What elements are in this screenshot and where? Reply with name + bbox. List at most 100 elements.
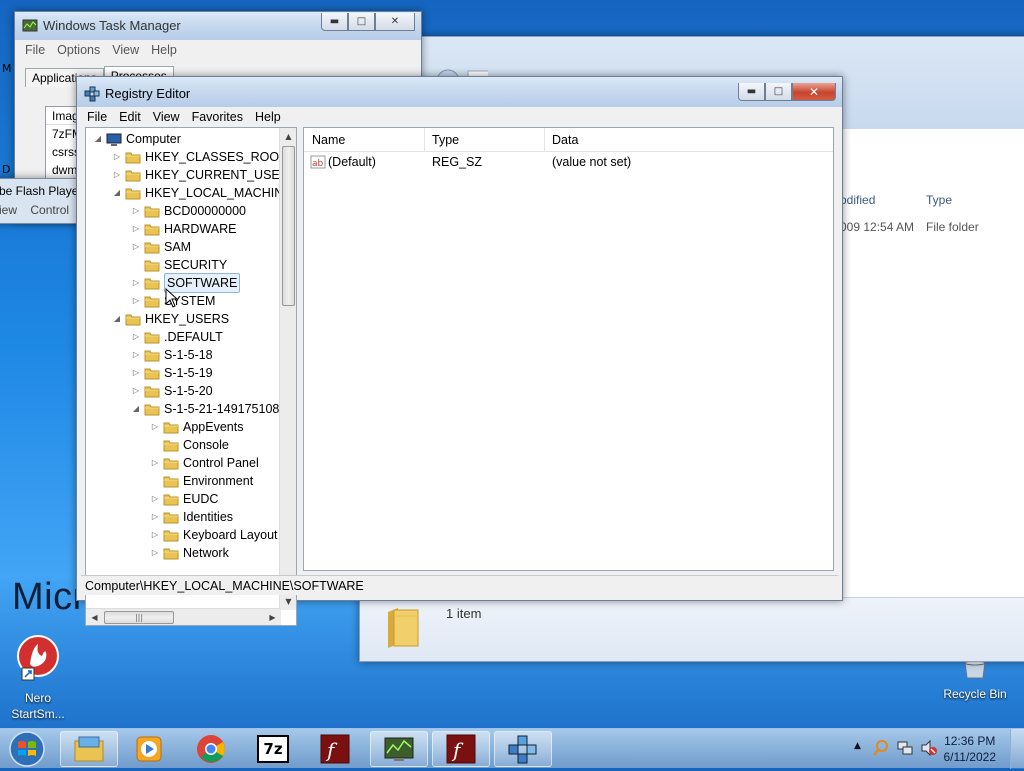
scrollbar-thumb[interactable]: ||| [104,611,174,624]
taskbar-task-manager-button[interactable] [370,731,428,767]
close-button[interactable]: ✕ [792,83,836,101]
tree-horizontal-scrollbar[interactable]: ◀ ||| ▶ [86,608,281,625]
tree-item[interactable]: ◢ S-1-5-21-1491751080- [130,400,291,418]
clock[interactable]: 12:36 PM 6/11/2022 [944,733,997,765]
tree-item-label: HKEY_LOCAL_MACHINE [145,186,292,200]
menu-help[interactable]: Help [249,110,287,124]
tree-item[interactable]: ▷ HARDWARE [130,220,237,238]
scroll-left-arrow-icon[interactable]: ◀ [86,609,103,625]
menu-edit[interactable]: Edit [113,110,147,124]
volume-muted-icon[interactable] [920,739,938,757]
expanded-arrow-icon[interactable]: ◢ [130,400,142,418]
desktop-icon-recycle-bin[interactable]: Recycle Bin [940,660,1010,702]
tree-item[interactable]: ▷ S-1-5-20 [130,382,213,400]
column-data[interactable]: Data [552,133,578,149]
tree-item[interactable]: ▷ S-1-5-19 [130,364,213,382]
tree-item[interactable]: ▷ Identities [149,508,233,526]
tree-item[interactable]: ▷ HKEY_CLASSES_ROOT [111,148,287,166]
tree-item[interactable]: Console [149,436,229,454]
minimize-button[interactable]: ▬ [321,13,348,31]
expanded-arrow-icon[interactable]: ◢ [111,310,123,328]
registry-values-pane[interactable]: Name Type Data ab (Default) REG_SZ (valu… [303,127,834,571]
tree-item[interactable]: ▷ SOFTWARE [130,273,241,293]
taskbar-7zip-button[interactable]: 7z [244,731,302,767]
tree-item[interactable]: ◢ HKEY_LOCAL_MACHINE [111,184,292,202]
search-icon[interactable] [872,739,890,757]
collapsed-arrow-icon[interactable]: ▷ [111,166,123,184]
registry-editor-window[interactable]: Registry Editor ▬ □ ✕ File Edit View Fav… [76,76,843,626]
collapsed-arrow-icon[interactable]: ▷ [149,544,161,562]
tree-item[interactable]: ▷ BCD00000000 [130,202,246,220]
scroll-up-arrow-icon[interactable]: ▲ [280,128,296,145]
taskbar-explorer-button[interactable] [60,731,118,767]
menu-view[interactable]: View [106,43,145,57]
tree-item[interactable]: ▷ EUDC [149,490,219,508]
network-icon[interactable] [896,739,914,757]
column-type[interactable]: Type [926,193,952,207]
collapsed-arrow-icon[interactable]: ▷ [130,364,142,382]
menu-help[interactable]: Help [145,43,183,57]
explorer-icon [74,736,104,762]
tree-item-label: SAM [164,240,192,254]
scroll-right-arrow-icon[interactable]: ▶ [264,609,281,625]
maximize-button[interactable]: □ [765,83,792,101]
collapsed-arrow-icon[interactable]: ▷ [130,220,142,238]
menu-file[interactable]: File [81,110,113,124]
collapsed-arrow-icon[interactable]: ▷ [130,202,142,220]
menu-view[interactable]: View [147,110,186,124]
scrollbar-thumb[interactable] [282,146,295,306]
collapsed-arrow-icon[interactable]: ▷ [149,454,161,472]
taskbar-flash-button-2[interactable]: f [432,731,490,767]
collapsed-arrow-icon[interactable]: ▷ [130,346,142,364]
collapsed-arrow-icon[interactable]: ▷ [111,148,123,166]
tree-item[interactable]: ▷ SAM [130,238,191,256]
collapsed-arrow-icon[interactable]: ▷ [130,274,142,292]
registry-tree-pane[interactable]: ◢ Computer ▷ HKEY_CLASSES_ROOT ▷ HKEY_CURRENT… [85,127,297,626]
tree-item[interactable]: ▷ S-1-5-18 [130,346,213,364]
tree-item[interactable]: ▷ Control Panel [149,454,259,472]
table-row[interactable]: ab (Default) REG_SZ (value not set) [304,154,833,172]
tree-item[interactable]: ◢ Computer [92,130,181,148]
collapsed-arrow-icon[interactable]: ▷ [130,238,142,256]
taskbar-media-player-button[interactable] [120,731,178,767]
collapsed-arrow-icon[interactable]: ▷ [149,526,161,544]
taskbar-regedit-button[interactable] [494,731,552,767]
desktop-icon-nero[interactable]: Nero StartSm... [6,634,70,722]
close-button[interactable]: ✕ [375,13,415,31]
mouse-cursor-icon [165,288,179,308]
column-modified[interactable]: odified [840,193,875,207]
menu-options[interactable]: Options [51,43,106,57]
expanded-arrow-icon[interactable]: ◢ [111,184,123,202]
tree-item[interactable]: ▷ AppEvents [149,418,244,436]
menu-file[interactable]: File [19,43,51,57]
start-button[interactable] [4,730,50,768]
registry-editor-titlebar[interactable]: Registry Editor ▬ □ ✕ [77,77,842,107]
collapsed-arrow-icon[interactable]: ▷ [130,382,142,400]
collapsed-arrow-icon[interactable]: ▷ [130,328,142,346]
tree-item[interactable]: ▷ Network [149,544,229,562]
menu-favorites[interactable]: Favorites [186,110,249,124]
expanded-arrow-icon[interactable]: ◢ [92,130,104,148]
column-type[interactable]: Type [432,133,459,149]
task-manager-titlebar[interactable]: Windows Task Manager ▬ □ ✕ [15,12,421,40]
menu-view[interactable]: iew [0,203,17,217]
collapsed-arrow-icon[interactable]: ▷ [130,292,142,310]
menu-control[interactable]: Control [30,203,69,217]
column-name[interactable]: Name [312,133,345,149]
maximize-button[interactable]: □ [348,13,375,31]
tree-item[interactable]: ▷ Keyboard Layout [149,526,278,544]
tree-item[interactable]: ◢ HKEY_USERS [111,310,229,328]
tree-item[interactable]: SECURITY [130,256,227,274]
collapsed-arrow-icon[interactable]: ▷ [149,418,161,436]
collapsed-arrow-icon[interactable]: ▷ [149,508,161,526]
tree-item[interactable]: Environment [149,472,253,490]
taskbar-flash-button[interactable]: f [306,731,364,767]
tree-vertical-scrollbar[interactable]: ▲ ▼ [279,128,296,610]
minimize-button[interactable]: ▬ [738,83,765,101]
tree-item[interactable]: ▷ .DEFAULT [130,328,223,346]
show-desktop-button[interactable] [1010,729,1024,769]
taskbar-chrome-button[interactable] [182,731,240,767]
tree-item[interactable]: ▷ HKEY_CURRENT_USER [111,166,289,184]
show-hidden-icons-icon[interactable]: ▲ [854,741,861,751]
collapsed-arrow-icon[interactable]: ▷ [149,490,161,508]
